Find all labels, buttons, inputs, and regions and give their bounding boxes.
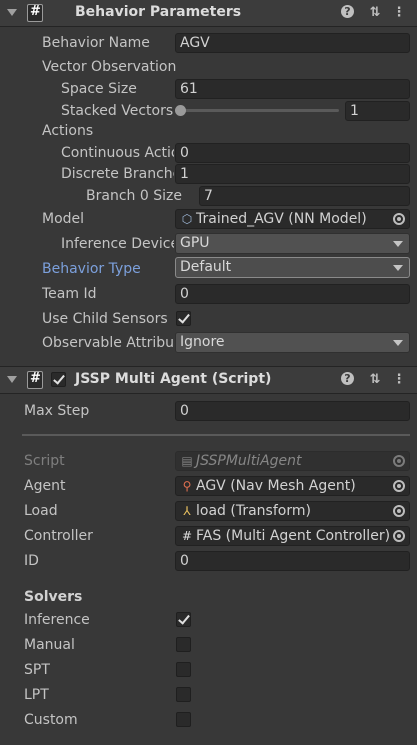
branch-0-size-label: Branch 0 Size bbox=[86, 188, 182, 204]
nn-model-icon: ⬡ bbox=[181, 212, 193, 226]
behavior-parameters-header[interactable]: Behavior Parameters ? ⇅ ⋮ bbox=[0, 0, 417, 26]
model-object-field[interactable]: ⬡ Trained_AGV (NN Model) bbox=[175, 209, 410, 229]
behavior-name-field[interactable]: AGV bbox=[175, 33, 410, 53]
foldout-arrow-icon[interactable] bbox=[7, 376, 17, 383]
script-icon: # bbox=[181, 529, 193, 543]
help-icon[interactable]: ? bbox=[341, 372, 354, 385]
continuous-actions-field[interactable]: 0 bbox=[175, 143, 410, 163]
controller-label: Controller bbox=[24, 528, 93, 544]
script-icon bbox=[27, 4, 43, 22]
actions-label: Actions bbox=[42, 123, 94, 139]
jssp-multi-agent-header[interactable]: JSSP Multi Agent (Script) ? ⇅ ⋮ bbox=[0, 367, 417, 393]
solver-custom-label: Custom bbox=[24, 712, 78, 728]
solver-inference-label: Inference bbox=[24, 612, 90, 628]
team-id-field[interactable]: 0 bbox=[175, 284, 410, 304]
solver-manual-label: Manual bbox=[24, 637, 75, 653]
inference-device-label: Inference Device bbox=[61, 236, 174, 252]
vector-observation-label: Vector Observation bbox=[42, 59, 177, 75]
nav-mesh-agent-icon: ⚲ bbox=[182, 479, 192, 493]
object-picker-icon[interactable] bbox=[389, 477, 409, 495]
load-object-field[interactable]: ⅄ load (Transform) bbox=[175, 501, 410, 521]
use-child-sensors-label: Use Child Sensors bbox=[42, 311, 168, 327]
foldout-arrow-icon[interactable] bbox=[7, 9, 17, 16]
chevron-down-icon bbox=[393, 241, 403, 247]
stacked-vectors-slider-track[interactable] bbox=[179, 109, 339, 112]
max-step-label: Max Step bbox=[24, 403, 90, 419]
solver-custom-checkbox[interactable] bbox=[176, 712, 191, 727]
behavior-type-label: Behavior Type bbox=[42, 261, 141, 277]
controller-object-field[interactable]: # FAS (Multi Agent Controller) bbox=[175, 526, 410, 546]
script-object-field: ▤ JSSPMultiAgent bbox=[175, 451, 410, 471]
chevron-down-icon bbox=[393, 340, 403, 346]
object-picker-icon[interactable] bbox=[389, 502, 409, 520]
component-title: Behavior Parameters bbox=[75, 4, 242, 20]
help-icon[interactable]: ? bbox=[341, 5, 354, 18]
inference-device-dropdown[interactable]: GPU bbox=[175, 233, 410, 254]
behavior-name-label: Behavior Name bbox=[42, 35, 150, 51]
model-label: Model bbox=[42, 211, 85, 227]
solver-inference-checkbox[interactable] bbox=[176, 612, 191, 627]
max-step-field[interactable]: 0 bbox=[175, 401, 410, 421]
chevron-down-icon bbox=[393, 265, 403, 271]
component-enabled-checkbox[interactable] bbox=[51, 372, 66, 387]
agent-object-field[interactable]: ⚲ AGV (Nav Mesh Agent) bbox=[175, 476, 410, 496]
solver-lpt-label: LPT bbox=[24, 687, 49, 703]
separator-line bbox=[22, 434, 410, 436]
solver-spt-label: SPT bbox=[24, 662, 50, 678]
continuous-actions-label: Continuous Actions bbox=[61, 145, 174, 161]
presets-icon[interactable]: ⇅ bbox=[367, 5, 383, 21]
component-title: JSSP Multi Agent (Script) bbox=[75, 371, 272, 387]
behavior-type-dropdown[interactable]: Default bbox=[175, 257, 410, 278]
solver-lpt-checkbox[interactable] bbox=[176, 687, 191, 702]
solver-manual-checkbox[interactable] bbox=[176, 637, 191, 652]
script-icon bbox=[27, 371, 43, 389]
agent-label: Agent bbox=[24, 478, 66, 494]
object-picker-icon[interactable] bbox=[389, 210, 409, 228]
context-menu-icon[interactable]: ⋮ bbox=[391, 5, 407, 21]
observable-attribute-dropdown[interactable]: Ignore bbox=[175, 332, 410, 353]
transform-icon: ⅄ bbox=[183, 504, 191, 518]
id-field[interactable]: 0 bbox=[175, 551, 410, 571]
observable-attribute-label: Observable Attribute Handling bbox=[42, 335, 174, 351]
branch-0-size-field[interactable]: 7 bbox=[199, 186, 410, 206]
space-size-label: Space Size bbox=[61, 81, 137, 97]
script-file-icon: ▤ bbox=[181, 454, 193, 468]
solvers-heading: Solvers bbox=[24, 589, 83, 605]
script-label: Script bbox=[24, 453, 65, 469]
space-size-field[interactable]: 61 bbox=[175, 79, 410, 99]
object-picker-icon bbox=[389, 452, 409, 470]
context-menu-icon[interactable]: ⋮ bbox=[391, 372, 407, 388]
presets-icon[interactable]: ⇅ bbox=[367, 372, 383, 388]
load-label: Load bbox=[24, 503, 58, 519]
solver-spt-checkbox[interactable] bbox=[176, 662, 191, 677]
stacked-vectors-label: Stacked Vectors bbox=[61, 103, 174, 119]
stacked-vectors-field[interactable]: 1 bbox=[345, 101, 410, 121]
team-id-label: Team Id bbox=[42, 286, 97, 302]
discrete-branches-label: Discrete Branches bbox=[61, 166, 174, 182]
use-child-sensors-checkbox[interactable] bbox=[176, 311, 191, 326]
object-picker-icon[interactable] bbox=[389, 527, 409, 545]
discrete-branches-field[interactable]: 1 bbox=[175, 164, 410, 184]
id-label: ID bbox=[24, 553, 39, 569]
stacked-vectors-slider-thumb[interactable] bbox=[175, 105, 186, 116]
